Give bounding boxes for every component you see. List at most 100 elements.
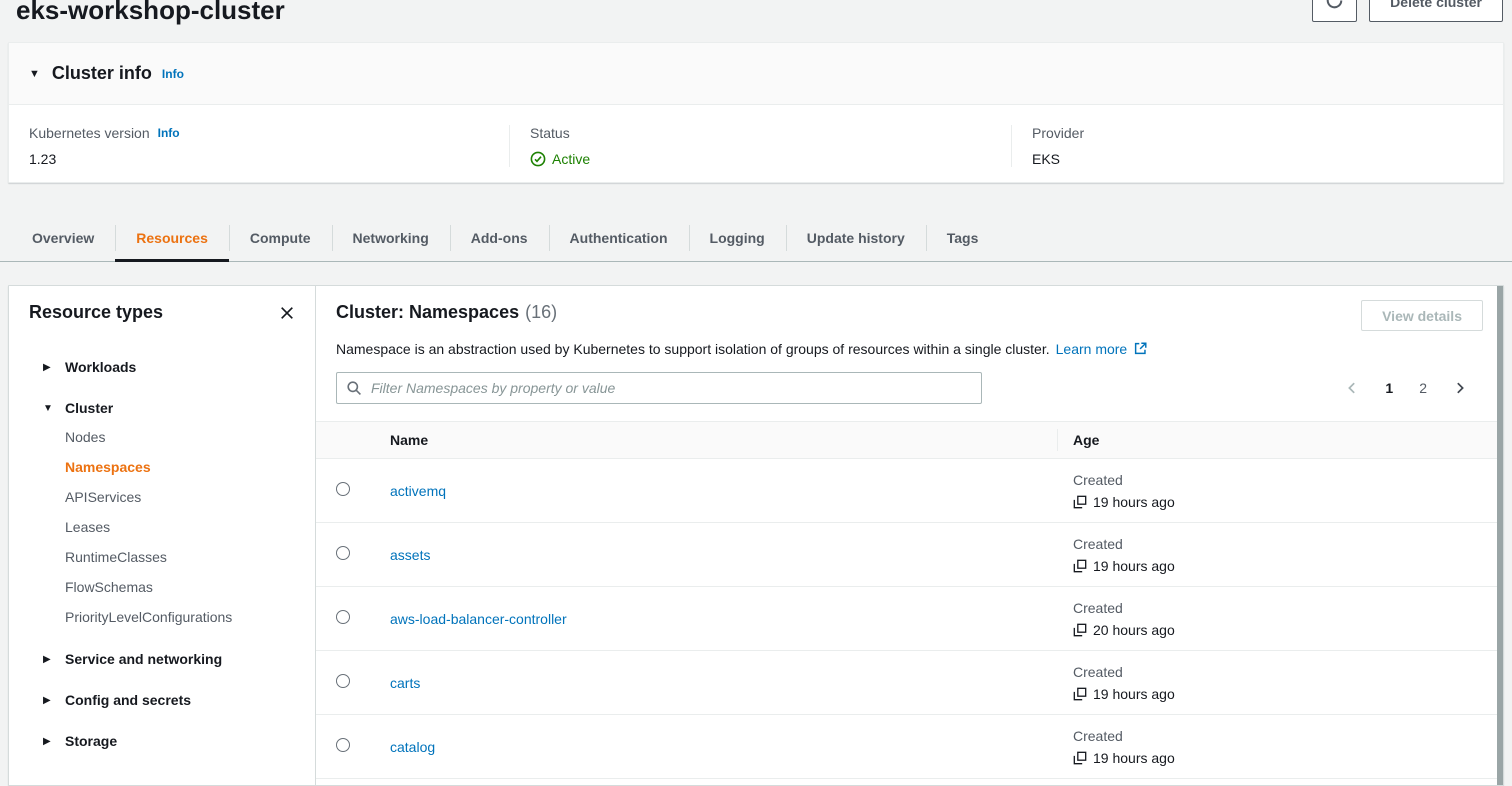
status-value: Active: [552, 151, 590, 167]
group-config-and-secrets[interactable]: ▶ Config and secrets: [21, 686, 303, 714]
page-title: eks-workshop-cluster: [16, 0, 285, 27]
cluster-children: Nodes Namespaces APIServices Leases Runt…: [21, 422, 303, 632]
filter-box: [336, 372, 982, 404]
tab-overview[interactable]: Overview: [11, 215, 115, 261]
provider-label: Provider: [1032, 125, 1084, 141]
tab-add-ons[interactable]: Add-ons: [450, 215, 549, 261]
sidebar-item-runtimeclasses[interactable]: RuntimeClasses: [65, 542, 303, 572]
namespace-link[interactable]: carts: [390, 675, 420, 691]
header-actions: Delete cluster: [1312, 0, 1503, 22]
namespaces-count: (16): [525, 302, 557, 322]
search-icon: [346, 380, 362, 399]
namespace-link[interactable]: catalog: [390, 739, 435, 755]
close-icon[interactable]: [279, 305, 295, 321]
tab-authentication[interactable]: Authentication: [549, 215, 689, 261]
namespaces-table: Name Age activemq Created 19 hours ago: [316, 421, 1503, 779]
age-value: 19 hours ago: [1093, 750, 1175, 766]
caret-right-icon: ▶: [43, 695, 54, 706]
row-radio[interactable]: [336, 738, 350, 752]
group-service-and-networking[interactable]: ▶ Service and networking: [21, 645, 303, 673]
view-details-button[interactable]: View details: [1361, 300, 1483, 331]
sidebar-item-namespaces[interactable]: Namespaces: [65, 452, 303, 482]
tab-tags[interactable]: Tags: [926, 215, 1000, 261]
table-row: catalog Created 19 hours ago: [316, 715, 1503, 779]
row-radio[interactable]: [336, 610, 350, 624]
table-row: assets Created 19 hours ago: [316, 523, 1503, 587]
provider-field: Provider EKS: [1011, 125, 1503, 167]
namespace-link[interactable]: aws-load-balancer-controller: [390, 611, 567, 627]
refresh-icon: [1325, 0, 1344, 13]
status-label: Status: [530, 125, 570, 141]
kubernetes-version-info-link[interactable]: Info: [158, 126, 180, 140]
row-radio[interactable]: [336, 546, 350, 560]
previous-page-icon[interactable]: [1337, 381, 1367, 395]
table-header: Name Age: [316, 421, 1503, 459]
learn-more-link[interactable]: Learn more: [1056, 341, 1128, 357]
page-2-button[interactable]: 2: [1411, 380, 1435, 396]
pagination: 1 2: [1337, 380, 1475, 396]
created-label: Created: [1073, 726, 1503, 746]
caret-right-icon: ▶: [43, 654, 54, 665]
tab-resources[interactable]: Resources: [115, 215, 229, 261]
group-storage[interactable]: ▶ Storage: [21, 727, 303, 755]
sidebar-item-prioritylevelconfigurations[interactable]: PriorityLevelConfigurations: [65, 602, 303, 632]
age-value: 20 hours ago: [1093, 622, 1175, 638]
next-page-icon[interactable]: [1445, 381, 1475, 395]
delete-cluster-button[interactable]: Delete cluster: [1369, 0, 1503, 22]
column-header-name: Name: [372, 432, 1057, 448]
age-value: 19 hours ago: [1093, 686, 1175, 702]
created-label: Created: [1073, 470, 1503, 490]
cluster-info-header[interactable]: ▼ Cluster info Info: [9, 43, 1503, 105]
provider-value: EKS: [1032, 151, 1483, 167]
group-cluster[interactable]: ▼ Cluster: [21, 394, 303, 422]
group-workloads[interactable]: ▶ Workloads: [21, 353, 303, 381]
scrollbar[interactable]: [1497, 286, 1503, 785]
refresh-button[interactable]: [1312, 0, 1357, 22]
resource-types-panel: Resource types ▶ Workloads ▼ Cluster Nod…: [9, 286, 316, 785]
filter-namespaces-input[interactable]: [336, 372, 982, 404]
namespaces-panel: Cluster: Namespaces (16) View details Nam…: [316, 286, 1503, 785]
cluster-info-title: Cluster info: [52, 63, 152, 84]
namespaces-title: Cluster: Namespaces: [336, 302, 519, 322]
tab-update-history[interactable]: Update history: [786, 215, 926, 261]
kubernetes-version-label: Kubernetes version: [29, 125, 150, 141]
copy-icon[interactable]: [1073, 559, 1087, 573]
cluster-info-info-link[interactable]: Info: [162, 67, 184, 81]
check-circle-icon: [530, 151, 546, 167]
cluster-info-card: ▼ Cluster info Info Kubernetes version I…: [8, 42, 1504, 183]
row-radio[interactable]: [336, 674, 350, 688]
cluster-info-body: Kubernetes version Info 1.23 Status Acti…: [9, 105, 1503, 167]
collapse-caret-icon[interactable]: ▼: [29, 68, 40, 80]
created-label: Created: [1073, 662, 1503, 682]
resources-panel: Resource types ▶ Workloads ▼ Cluster Nod…: [8, 285, 1504, 786]
namespace-link[interactable]: activemq: [390, 483, 446, 499]
table-row: activemq Created 19 hours ago: [316, 459, 1503, 523]
sidebar-item-leases[interactable]: Leases: [65, 512, 303, 542]
cluster-tabs: Overview Resources Compute Networking Ad…: [0, 215, 1512, 262]
copy-icon[interactable]: [1073, 687, 1087, 701]
copy-icon[interactable]: [1073, 495, 1087, 509]
kubernetes-version-field: Kubernetes version Info 1.23: [9, 125, 509, 167]
resource-types-title: Resource types: [29, 302, 163, 323]
status-field: Status Active: [509, 125, 1011, 167]
copy-icon[interactable]: [1073, 751, 1087, 765]
column-header-age: Age: [1057, 432, 1503, 448]
tab-networking[interactable]: Networking: [332, 215, 450, 261]
age-value: 19 hours ago: [1093, 558, 1175, 574]
sidebar-item-apiservices[interactable]: APIServices: [65, 482, 303, 512]
tab-logging[interactable]: Logging: [689, 215, 786, 261]
kubernetes-version-value: 1.23: [29, 151, 489, 167]
resource-types-tree: ▶ Workloads ▼ Cluster Nodes Namespaces A…: [21, 353, 303, 755]
caret-down-icon: ▼: [43, 403, 54, 414]
caret-right-icon: ▶: [43, 362, 54, 373]
tab-compute[interactable]: Compute: [229, 215, 332, 261]
copy-icon[interactable]: [1073, 623, 1087, 637]
namespace-link[interactable]: assets: [390, 547, 430, 563]
table-row: aws-load-balancer-controller Created 20 …: [316, 587, 1503, 651]
page-1-button[interactable]: 1: [1377, 380, 1401, 396]
namespaces-description: Namespace is an abstraction used by Kube…: [336, 341, 1050, 357]
created-label: Created: [1073, 534, 1503, 554]
sidebar-item-nodes[interactable]: Nodes: [65, 422, 303, 452]
sidebar-item-flowschemas[interactable]: FlowSchemas: [65, 572, 303, 602]
row-radio[interactable]: [336, 482, 350, 496]
